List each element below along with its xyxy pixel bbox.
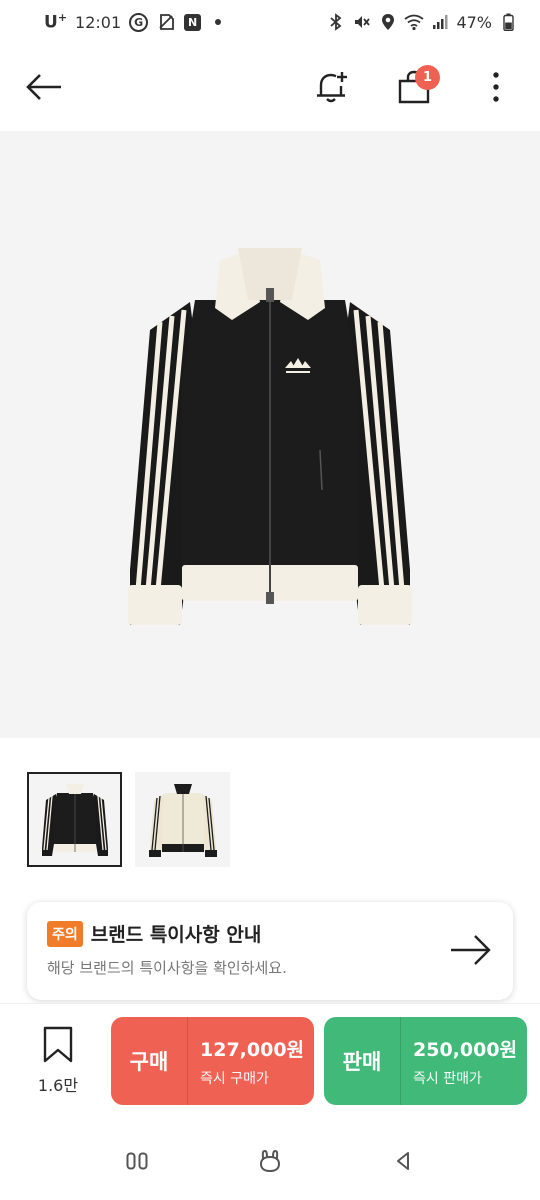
arrow-left-icon [26, 74, 61, 100]
jacket-image [128, 247, 412, 625]
recent-apps-button[interactable] [117, 1141, 157, 1181]
signal-icon [430, 12, 450, 32]
buy-info: 127,000원 즉시 구매가 [188, 1035, 304, 1088]
sell-price: 250,000원 [413, 1038, 518, 1061]
back-nav-button[interactable] [383, 1141, 423, 1181]
mute-icon [352, 12, 372, 32]
bookmark-icon [43, 1026, 73, 1063]
notice-description: 해당 브랜드의 특이사항을 확인하세요. [47, 959, 287, 977]
buy-label: 구매 [129, 1050, 169, 1074]
bell-plus-icon [317, 72, 347, 103]
status-left: U+ 12:01 G N [44, 11, 222, 33]
buy-sub-label: 즉시 구매가 [200, 1070, 269, 1087]
battery-icon [498, 12, 518, 32]
notice-title: 브랜드 특이사항 안내 [90, 924, 262, 946]
notify-button[interactable] [310, 65, 354, 109]
no-sim-icon [156, 12, 176, 32]
top-nav: 1 [0, 44, 540, 130]
home-bunny-icon [259, 1149, 280, 1172]
sell-button[interactable]: 판매 250,000원 즉시 판매가 [324, 1017, 527, 1105]
bottom-action-bar: 1.6만 구매 127,000원 즉시 구매가 판매 250,000원 즉시 판… [0, 1003, 540, 1121]
sell-label: 판매 [342, 1050, 382, 1074]
cart-count-badge: 1 [415, 65, 440, 90]
back-button[interactable] [22, 65, 66, 109]
battery-percent: 47% [456, 12, 492, 32]
more-vertical-icon [493, 72, 499, 102]
buy-button[interactable]: 구매 127,000원 즉시 구매가 [111, 1017, 314, 1105]
more-button[interactable] [474, 65, 518, 109]
wifi-icon [404, 12, 424, 32]
sell-info: 250,000원 즉시 판매가 [401, 1035, 517, 1088]
status-right: 47% [326, 12, 518, 32]
carrier-text: U [44, 12, 58, 33]
thumbnail-cream[interactable] [135, 772, 230, 867]
status-time: 12:01 [75, 12, 122, 32]
nav-actions: 1 [310, 65, 518, 109]
notice-title-row: 주의 브랜드 특이사항 안내 [47, 920, 493, 947]
cart-button[interactable]: 1 [392, 65, 440, 109]
notification-dot-icon [215, 19, 222, 25]
status-bar: U+ 12:01 G N 47% [0, 0, 540, 44]
jacket-black-thumb-image [41, 783, 108, 856]
product-main-image[interactable] [0, 131, 540, 738]
notice-tag: 주의 [47, 920, 83, 947]
wish-count: 1.6만 [37, 1076, 79, 1095]
system-nav-bar [0, 1121, 540, 1200]
arrow-right-icon [449, 932, 493, 972]
back-triangle-icon [397, 1151, 410, 1170]
recent-apps-icon [126, 1152, 148, 1169]
jacket-cream-thumb-image [148, 783, 217, 857]
wishlist-button[interactable]: 1.6만 [28, 1026, 88, 1096]
carrier-label: U+ [44, 11, 67, 33]
g-app-icon: G [129, 12, 149, 32]
location-icon [378, 12, 398, 32]
sell-sub-label: 즉시 판매가 [413, 1070, 482, 1087]
buy-price: 127,000원 [200, 1038, 305, 1061]
thumbnail-list [27, 772, 230, 867]
home-button[interactable] [250, 1141, 290, 1181]
carrier-sup: + [57, 11, 68, 25]
n-app-icon: N [184, 13, 202, 31]
bluetooth-icon [326, 12, 346, 32]
thumbnail-black[interactable] [27, 772, 122, 867]
brand-notice-card[interactable]: 주의 브랜드 특이사항 안내 해당 브랜드의 특이사항을 확인하세요. [27, 902, 513, 1000]
